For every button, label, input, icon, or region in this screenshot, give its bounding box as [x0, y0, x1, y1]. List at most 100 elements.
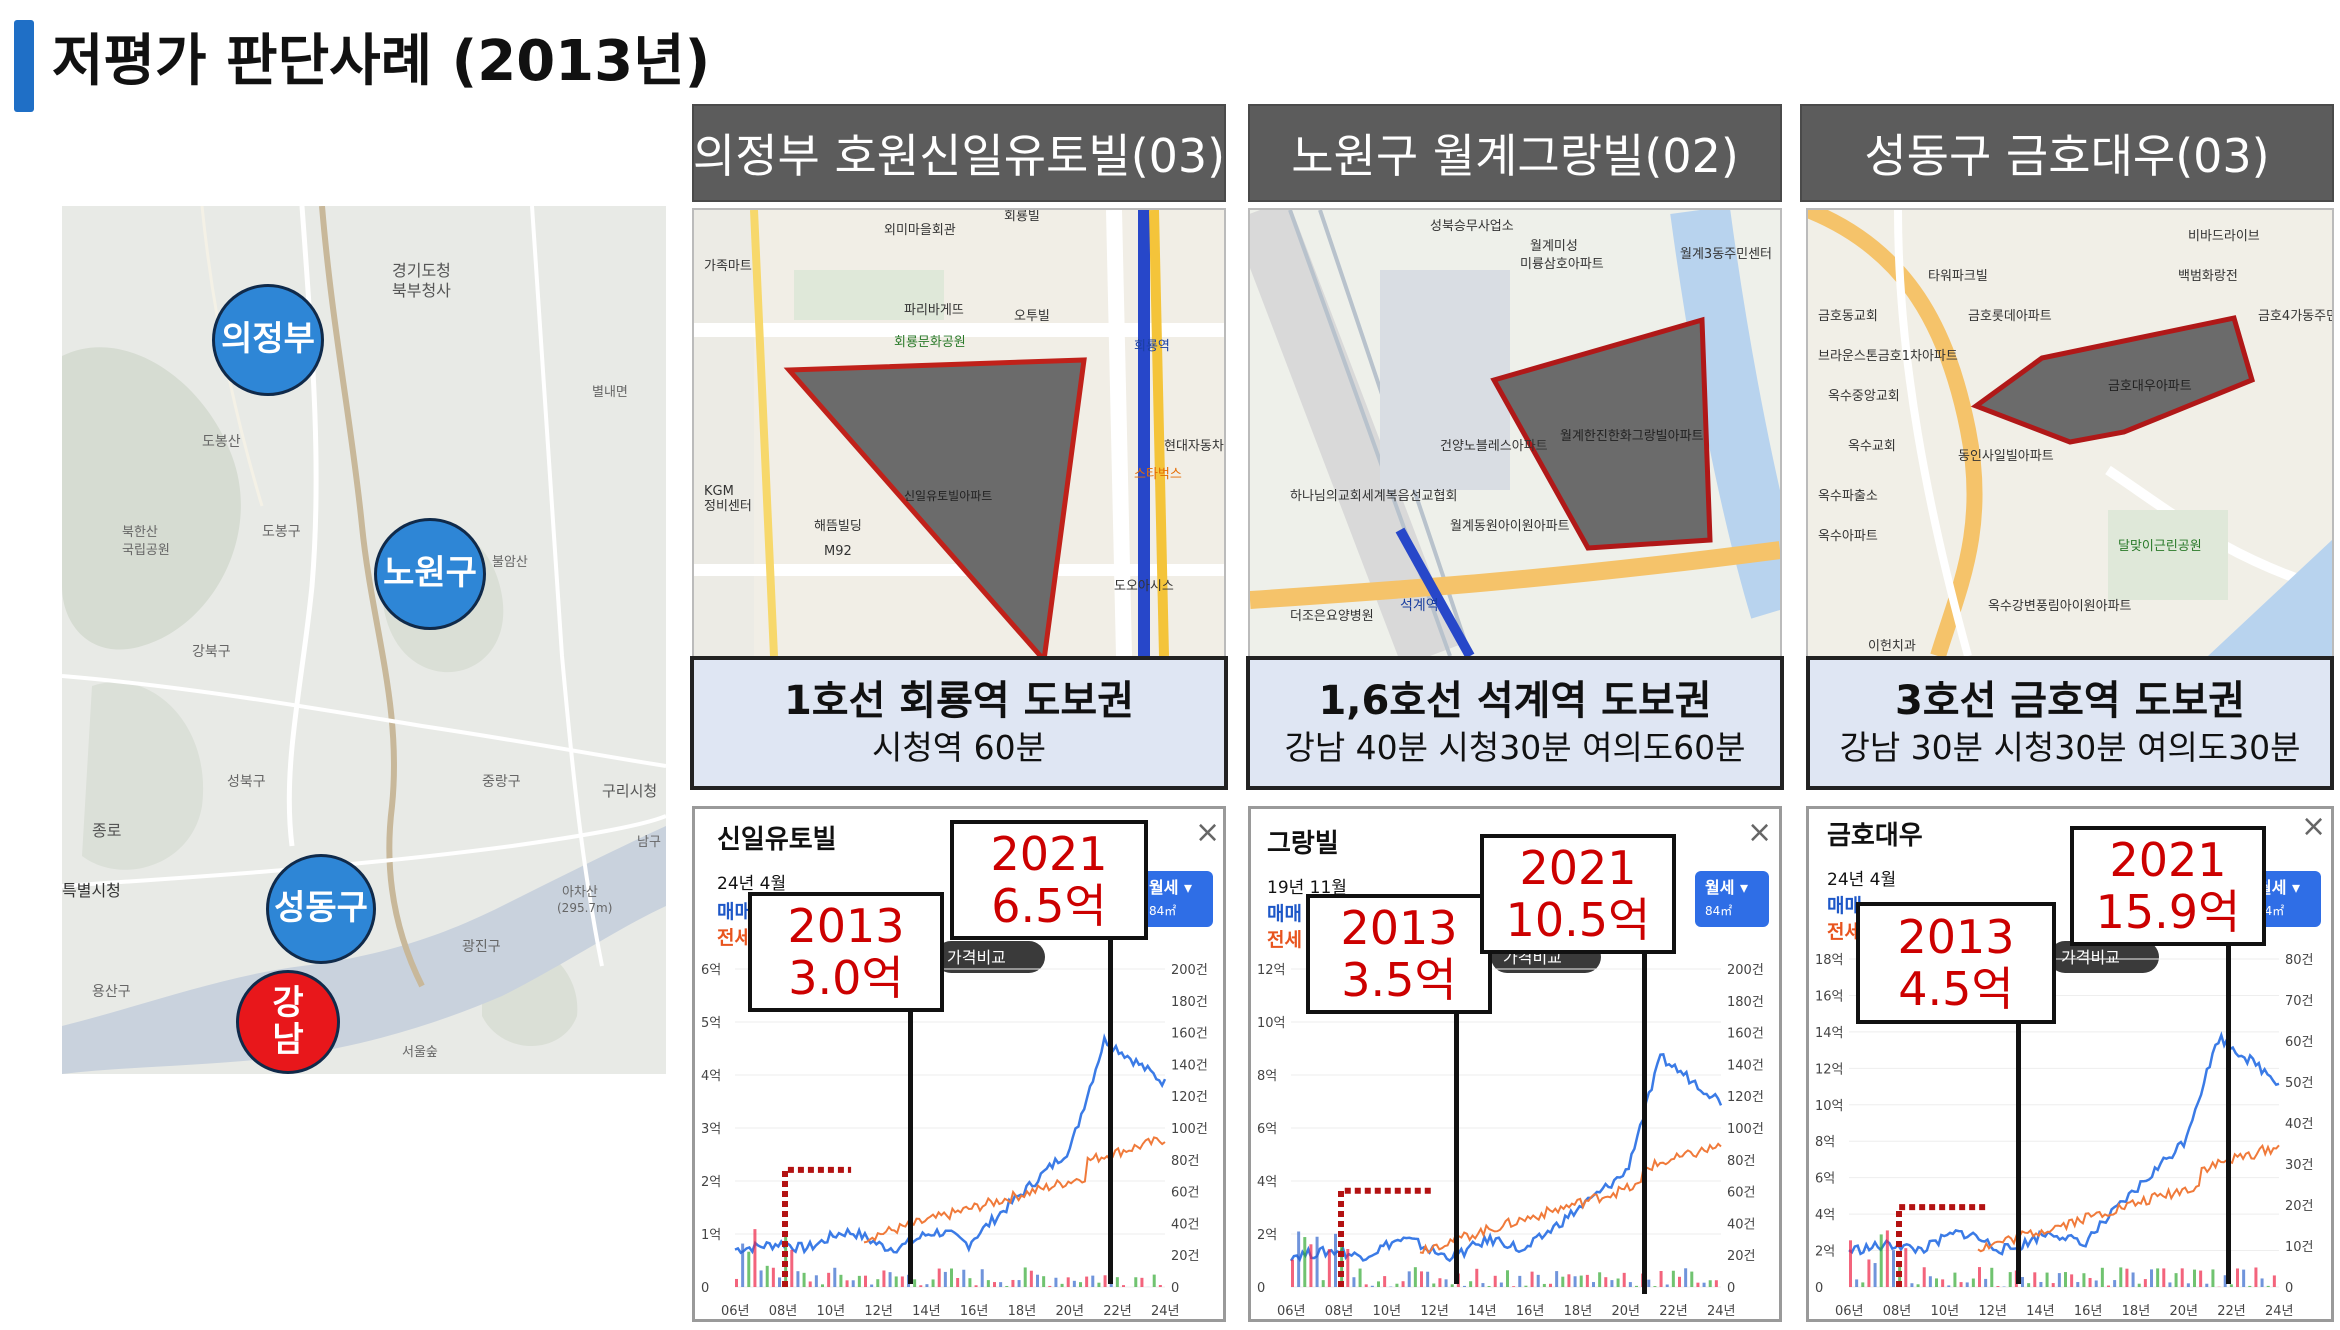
volume-bar: [1438, 1278, 1442, 1287]
volume-bar: [870, 1284, 874, 1287]
map-label: 브라운스톤금호1차아파트: [1818, 349, 1958, 364]
volume-bar: [2143, 1279, 2147, 1287]
y2-tick-label: 80건: [1727, 1154, 1756, 1169]
volume-bar: [2113, 1280, 2117, 1287]
volume-bar: [1097, 1282, 1101, 1287]
panel-header-uijeongbu: 의정부 호원신일유토빌(03): [692, 104, 1226, 202]
volume-bar: [771, 1267, 775, 1287]
map-label: 월계3동주민센터: [1680, 247, 1772, 262]
volume-bar: [1029, 1270, 1033, 1287]
volume-bar: [839, 1274, 843, 1287]
callout-pointer-line: [908, 1012, 913, 1284]
volume-bar: [2229, 1284, 2233, 1287]
volume-bar: [1042, 1276, 1046, 1287]
callout-year: 2021: [990, 827, 1108, 881]
volume-bar: [1048, 1285, 1052, 1287]
volume-bar: [1549, 1283, 1552, 1287]
y-tick-label: 6억: [701, 963, 721, 978]
volume-bar: [2162, 1268, 2166, 1287]
y2-tick-label: 120건: [1171, 1090, 1208, 1105]
volume-bar: [1103, 1275, 1107, 1287]
volume-bar: [925, 1284, 929, 1287]
volume-bar: [796, 1271, 800, 1287]
volume-bar: [1066, 1277, 1070, 1287]
volume-bar: [857, 1275, 861, 1287]
volume-bar: [931, 1279, 935, 1287]
map-label: 회룡문화공원: [894, 335, 966, 350]
close-icon[interactable]: ×: [1195, 815, 1220, 850]
volume-bar: [1922, 1267, 1926, 1287]
y-tick-label: 10억: [1257, 1016, 1286, 1031]
y-tick-label: 4억: [1257, 1175, 1277, 1190]
y2-tick-label: 100건: [1727, 1122, 1764, 1137]
y-tick-label: 0: [701, 1281, 709, 1296]
volume-bar: [1996, 1286, 2000, 1287]
volume-bar: [808, 1281, 812, 1287]
map-label: 도오아시스: [1114, 579, 1174, 594]
volume-bar: [1463, 1285, 1466, 1287]
volume-bar: [2150, 1269, 2153, 1287]
volume-bar: [2088, 1277, 2092, 1287]
close-icon[interactable]: ×: [1747, 815, 1772, 850]
volume-bar: [1849, 1240, 1852, 1287]
volume-bar: [1512, 1286, 1516, 1287]
close-icon[interactable]: ×: [2301, 809, 2326, 844]
callout-price: 6.5억: [991, 879, 1107, 933]
marker-2013-level: [782, 1166, 852, 1287]
legend-rent: 전세: [717, 927, 752, 949]
chart-date: 24년 4월: [717, 874, 787, 894]
y-tick-label: 18억: [1815, 953, 1844, 968]
volume-bar: [765, 1265, 769, 1287]
volume-bar: [2205, 1283, 2209, 1287]
volume-bar: [1678, 1276, 1681, 1287]
map-label: 월계한진한화그랑빌아파트: [1560, 429, 1704, 444]
x-tick-label: 10년: [1373, 1304, 1402, 1319]
x-tick-label: 12년: [864, 1304, 893, 1319]
map-label: 파리바게뜨: [904, 303, 964, 318]
overview-label: 경기도청: [392, 261, 451, 280]
compare-label: 가격비교: [947, 948, 1006, 967]
volume-bar: [1499, 1282, 1503, 1287]
y2-tick-label: 0: [1727, 1281, 1735, 1296]
legend-rent: 전세: [1267, 929, 1302, 951]
volume-bar: [1879, 1234, 1883, 1287]
y2-tick-label: 200건: [1727, 963, 1764, 978]
y2-tick-label: 80건: [2285, 953, 2314, 968]
x-tick-label: 14년: [912, 1304, 941, 1319]
volume-bar: [1971, 1278, 1975, 1287]
volume-bar: [1091, 1275, 1095, 1287]
y-tick-label: 2억: [1815, 1245, 1835, 1260]
callout-price: 4.5억: [1898, 962, 2014, 1016]
x-tick-label: 24년: [1151, 1304, 1180, 1319]
y2-tick-label: 200건: [1171, 963, 1208, 978]
x-tick-label: 10년: [1931, 1304, 1960, 1319]
circle-gangnam: 강 남: [236, 970, 340, 1074]
volume-bar: [1653, 1286, 1657, 1287]
volume-bar: [2119, 1267, 2123, 1287]
y-tick-label: 0: [1815, 1281, 1823, 1296]
y-tick-label: 10억: [1815, 1099, 1844, 1114]
volume-bar: [1346, 1249, 1350, 1287]
callout-price: 15.9억: [2095, 885, 2241, 939]
circle-nowon: 노원구: [374, 518, 486, 630]
volume-bar: [882, 1270, 886, 1287]
volume-bar: [2064, 1272, 2067, 1287]
volume-bar: [1671, 1270, 1675, 1287]
map-label: 미륭삼호아파트: [1520, 257, 1604, 272]
volume-bar: [1573, 1276, 1577, 1287]
x-tick-label: 18년: [1008, 1304, 1037, 1319]
volume-bar: [1426, 1271, 1430, 1287]
volume-bar: [1910, 1283, 1914, 1287]
volume-bar: [1941, 1279, 1945, 1287]
rent-price-line: [1419, 1142, 1722, 1255]
overview-label: 도봉산: [202, 434, 241, 450]
overview-label: 남구: [637, 835, 661, 850]
y-tick-label: 5억: [701, 1016, 721, 1031]
volume-bar: [2193, 1269, 2196, 1287]
map-label: KGM: [704, 484, 734, 499]
volume-bar: [2199, 1270, 2203, 1287]
volume-bar: [1714, 1280, 1718, 1287]
callout-pointer-line: [2226, 946, 2231, 1284]
y-tick-label: 16억: [1815, 989, 1844, 1004]
panel-header-nowon: 노원구 월계그랑빌(02): [1248, 104, 1782, 202]
